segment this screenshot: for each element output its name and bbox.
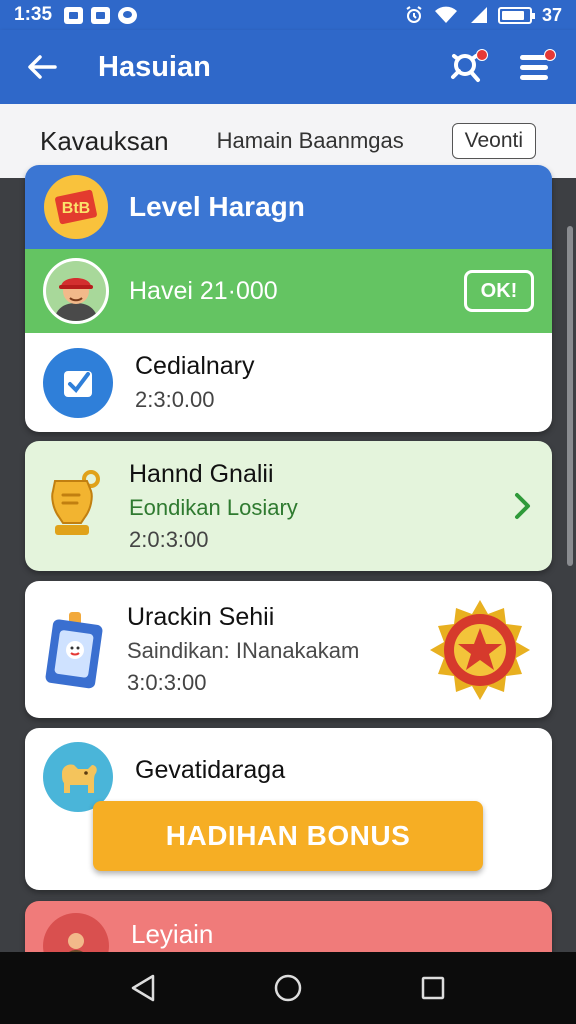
signal-icon <box>470 7 487 23</box>
scrollbar[interactable] <box>567 226 573 566</box>
status-time: 1:35 <box>14 4 53 25</box>
ur-card-subtitle: Saindikan: INanakakam <box>127 638 360 663</box>
menu-notification-dot <box>544 49 556 61</box>
id-badge-icon <box>45 611 103 688</box>
level-sub-time: 2:3:0.00 <box>135 387 215 412</box>
hand-card-title: Hannd Gnalii <box>129 459 274 488</box>
level-card-header[interactable]: BtB Level Haragn <box>25 165 552 249</box>
square-recents-icon <box>422 976 445 1000</box>
trophy-icon <box>51 470 100 535</box>
status-right-icons: 37 <box>404 5 562 26</box>
checkmark-icon <box>64 370 92 397</box>
app-bar: Hasuian <box>0 30 576 104</box>
status-bar: 1:35 37 <box>0 0 576 30</box>
hand-card-subtitle: Eondikan Losiary <box>129 494 298 520</box>
level-badge-icon: BtB <box>44 175 108 239</box>
back-button[interactable] <box>22 47 62 87</box>
level-card: BtB Level Haragn Havei 21·000 OK! Cedial… <box>25 165 552 432</box>
app-actions <box>446 47 556 87</box>
user-score: Havei 21·000 <box>129 276 278 305</box>
event-button[interactable]: Veonti <box>451 123 536 159</box>
search-button[interactable] <box>446 47 488 87</box>
battery-percent: 37 <box>541 4 562 25</box>
level-sub-item[interactable]: Cedialnary 2:3:0.00 <box>25 333 552 432</box>
nav-back-button[interactable] <box>123 968 163 1008</box>
nav-recents-button[interactable] <box>413 968 453 1008</box>
ur-card-time: 3:0:3:00 <box>127 670 207 695</box>
triangle-back-icon <box>131 974 154 1002</box>
battery-icon <box>497 6 535 24</box>
navigation-bar <box>0 952 576 1024</box>
avatar <box>43 258 109 324</box>
gev-card: Gevatidaraga HADIHAN BONUS <box>25 728 552 890</box>
bonus-button[interactable]: HADIHAN BONUS <box>93 801 483 871</box>
ley-card-title: Leyiain <box>131 919 214 949</box>
filter-tab-primary[interactable]: Kavauksan <box>40 126 169 157</box>
avatar-icon <box>46 261 106 321</box>
filter-tab-secondary[interactable]: Hamain Baanmgas <box>217 128 404 154</box>
ok-button[interactable]: OK! <box>464 270 534 312</box>
hand-card[interactable]: Hannd Gnalii Eondikan Losiary 2:0:3:00 <box>25 441 552 571</box>
alarm-icon <box>406 6 422 23</box>
ur-card-title: Urackin Sehii <box>127 603 275 631</box>
arrow-left-icon <box>28 55 57 79</box>
page-title: Hasuian <box>98 50 211 83</box>
level-badge-text: BtB <box>62 200 90 217</box>
status-left-icons <box>64 6 138 24</box>
dog-icon <box>62 764 97 793</box>
hand-card-texts: Hannd Gnalii Eondikan Losiary 2:0:3:00 <box>129 460 298 553</box>
ur-card-texts: Urackin Sehii Saindikan: INanakakam 3:0:… <box>127 603 359 696</box>
nav-home-button[interactable] <box>268 968 308 1008</box>
level-sub-title: Cedialnary <box>135 352 255 380</box>
wifi-icon <box>434 6 457 23</box>
hand-card-time: 2:0:3:00 <box>129 526 209 552</box>
menu-button[interactable] <box>514 47 556 87</box>
notification-icon <box>64 6 84 24</box>
app-notification-icon <box>91 6 111 24</box>
search-notification-dot <box>476 49 488 61</box>
chevron-right-icon[interactable] <box>512 491 532 521</box>
level-card-title: Level Haragn <box>129 191 305 222</box>
star-medal-icon <box>430 599 530 700</box>
circle-home-icon <box>274 974 302 1002</box>
level-user-row: Havei 21·000 OK! <box>25 249 552 333</box>
check-circle-icon <box>43 347 113 418</box>
ur-card[interactable]: Urackin Sehii Saindikan: INanakakam 3:0:… <box>25 581 552 718</box>
level-sub-texts: Cedialnary 2:3:0.00 <box>135 352 255 413</box>
sync-icon <box>118 6 138 24</box>
gev-card-title: Gevatidaraga <box>135 756 286 784</box>
